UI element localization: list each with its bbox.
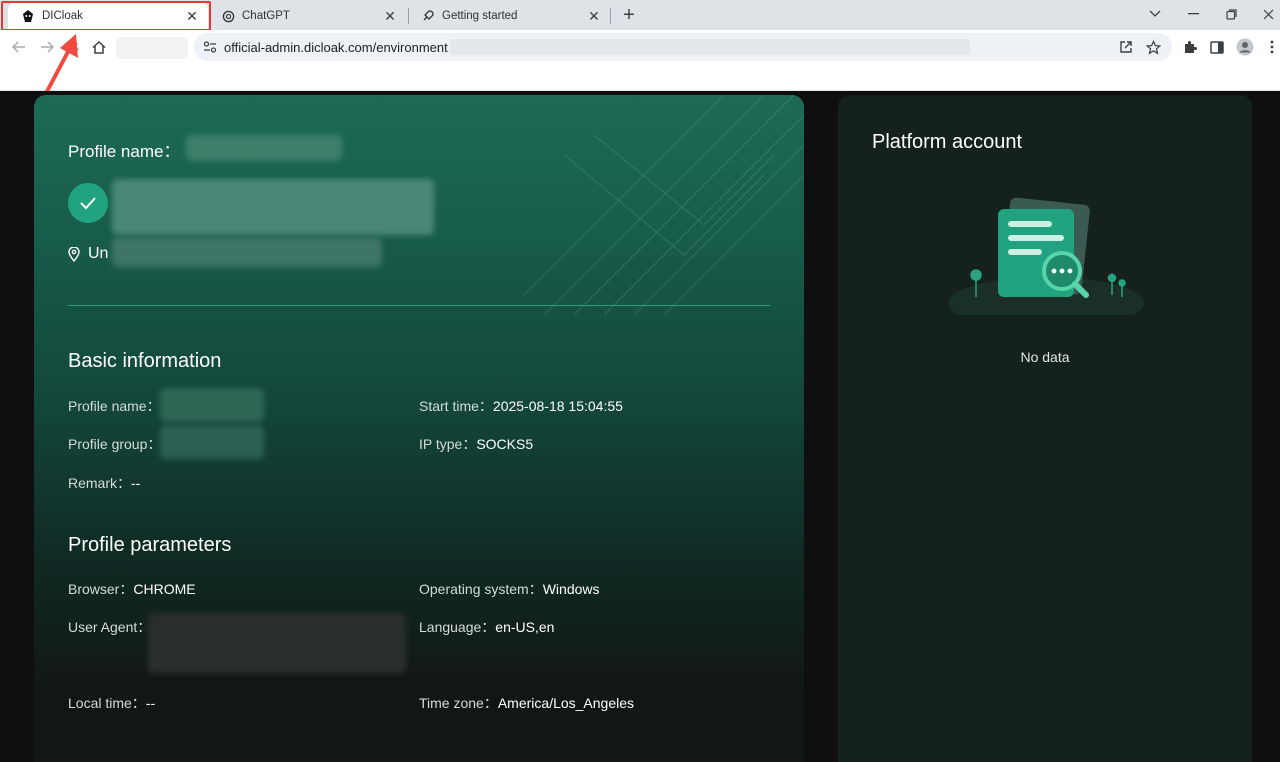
forward-icon[interactable] — [36, 36, 58, 58]
redacted-profile-status — [112, 179, 434, 235]
redacted-url-part — [449, 39, 970, 55]
tab-close-icon[interactable]: ✕ — [382, 8, 398, 24]
field-profile-group: Profile group： — [68, 434, 161, 454]
field-value: en-US,en — [495, 619, 555, 635]
new-tab-button[interactable]: + — [618, 4, 640, 26]
field-operating-system: Operating system：Windows — [419, 579, 600, 599]
platform-account-panel: Platform account No data — [838, 95, 1252, 762]
empty-data-illustration — [948, 197, 1144, 315]
field-time-zone: Time zone：America/Los_Angeles — [419, 693, 634, 713]
field-label: Operating system： — [419, 581, 543, 597]
redacted-profile-name-value — [160, 388, 264, 422]
field-value: SOCKS5 — [476, 436, 534, 452]
field-label: Profile name： — [68, 398, 161, 414]
home-icon[interactable] — [88, 36, 110, 58]
back-icon[interactable] — [8, 36, 30, 58]
field-value: -- — [145, 695, 156, 711]
field-remark: Remark：-- — [68, 473, 140, 493]
url-text: official-admin.dicloak.com/environment — [224, 39, 448, 55]
field-profile-name: Profile name： — [68, 396, 161, 416]
field-value: America/Los_Angeles — [497, 695, 635, 711]
basic-information-heading: Basic information — [68, 350, 222, 372]
field-value: 2025-08-18 15:04:55 — [492, 398, 623, 414]
tab-title: DICloak — [42, 10, 83, 22]
field-start-time: Start time：2025-08-18 15:04:55 — [419, 396, 623, 416]
location-pin-icon — [68, 246, 82, 262]
field-label: IP type： — [419, 436, 477, 452]
field-label: User Agent： — [68, 619, 152, 635]
side-panel-icon[interactable] — [1207, 37, 1227, 57]
minimize-icon[interactable] — [1181, 3, 1205, 25]
more-menu-icon[interactable] — [1262, 37, 1280, 57]
field-label: Start time： — [419, 398, 493, 414]
close-icon[interactable] — [1256, 3, 1280, 25]
page-content: Profile name： Un Basic information Profi… — [0, 91, 1280, 762]
dicloak-logo-icon — [20, 8, 36, 24]
profile-avatar-icon[interactable] — [1235, 37, 1255, 57]
field-value: Windows — [542, 581, 600, 597]
profile-card: Profile name： Un Basic information Profi… — [34, 95, 804, 762]
section-divider — [68, 305, 770, 306]
bookmark-star-icon[interactable] — [1143, 37, 1163, 57]
rocket-icon — [420, 8, 436, 24]
reload-icon[interactable] — [62, 36, 84, 58]
field-value: CHROME — [133, 581, 196, 597]
field-label: Profile group： — [68, 436, 162, 452]
tab-strip: DICloak ✕ ChatGPT ✕ Getting started ✕ + — [0, 0, 1280, 30]
no-data-text: No data — [1020, 349, 1070, 365]
chevron-down-icon[interactable] — [1143, 3, 1167, 25]
redacted-location — [112, 237, 382, 267]
field-label: Time zone： — [419, 695, 498, 711]
field-browser: Browser：CHROME — [68, 579, 196, 599]
tab-close-icon[interactable]: ✕ — [184, 8, 200, 24]
tab-dicloak[interactable]: DICloak ✕ — [8, 2, 208, 30]
check-icon — [68, 183, 108, 223]
tab-close-icon[interactable]: ✕ — [586, 8, 602, 24]
profile-parameters-heading: Profile parameters — [68, 534, 232, 556]
browser-toolbar: official-admin.dicloak.com/environment — [0, 30, 1280, 64]
share-icon[interactable] — [1116, 37, 1136, 57]
field-ip-type: IP type：SOCKS5 — [419, 434, 533, 454]
field-label: Browser： — [68, 581, 134, 597]
restore-icon[interactable] — [1219, 3, 1243, 25]
location-text: Un — [88, 245, 109, 262]
redacted-user-agent-value — [148, 613, 406, 673]
tab-getting-started[interactable]: Getting started ✕ — [408, 2, 610, 30]
redacted-toolbar-area — [116, 37, 188, 59]
tab-separator — [610, 8, 611, 24]
bookmark-bar — [0, 64, 1280, 91]
field-user-agent: User Agent： — [68, 617, 151, 637]
tab-title: ChatGPT — [242, 10, 290, 22]
field-label: Remark： — [68, 475, 132, 491]
extensions-icon[interactable] — [1180, 37, 1200, 57]
location-row: Un — [68, 245, 108, 263]
field-value: -- — [131, 475, 141, 491]
platform-account-heading: Platform account — [872, 131, 1023, 153]
profile-name-heading: Profile name： — [68, 142, 181, 161]
field-language: Language：en-US,en — [419, 617, 554, 637]
tab-chatgpt[interactable]: ChatGPT ✕ — [208, 2, 406, 30]
site-settings-icon[interactable] — [202, 39, 218, 55]
redacted-profile-group-value — [160, 425, 264, 459]
tab-title: Getting started — [442, 10, 518, 22]
chatgpt-logo-icon — [220, 8, 236, 24]
field-label: Language： — [419, 619, 496, 635]
field-label: Local time： — [68, 695, 146, 711]
card-decoration — [523, 95, 804, 315]
address-bar[interactable]: official-admin.dicloak.com/environment — [194, 33, 1172, 61]
redacted-profile-name — [186, 135, 342, 161]
field-local-time: Local time：-- — [68, 693, 155, 713]
